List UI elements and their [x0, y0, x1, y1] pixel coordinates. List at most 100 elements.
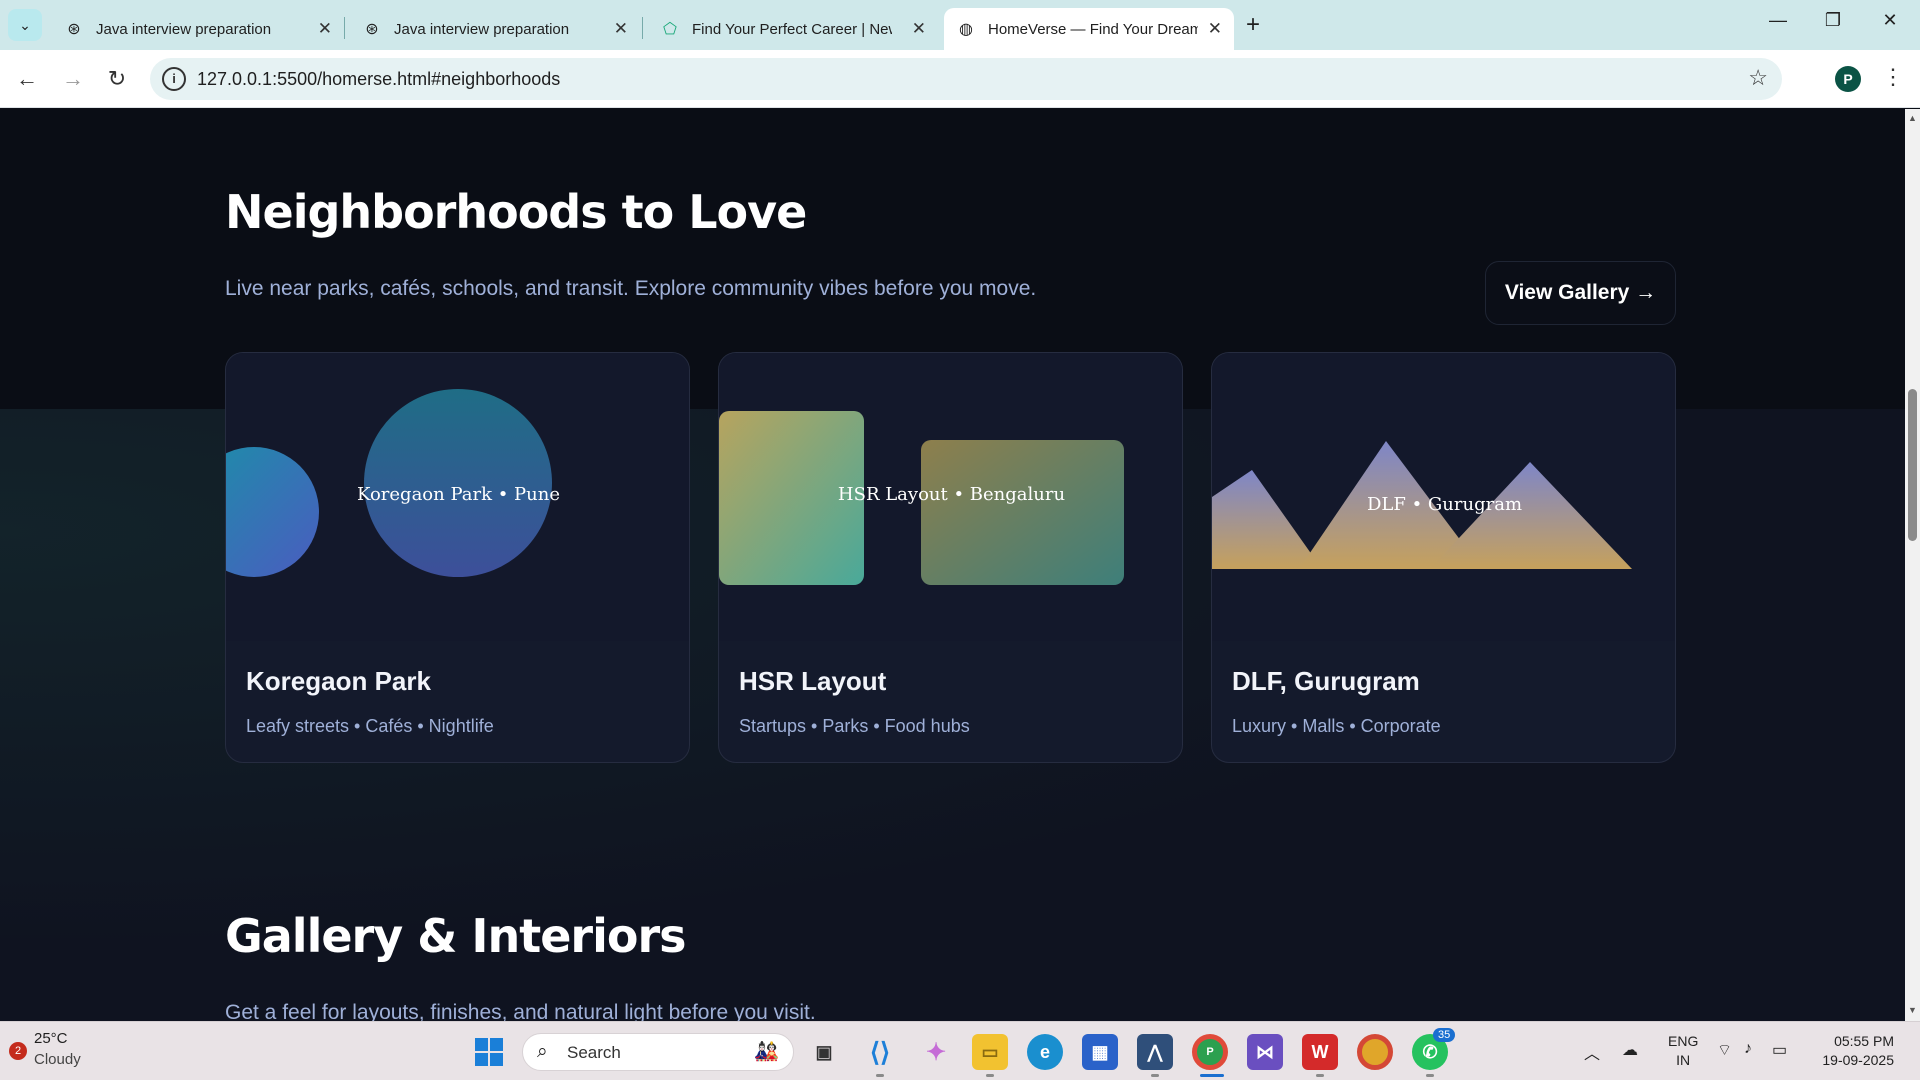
section-subtitle: Live near parks, cafés, schools, and tra…	[225, 277, 1037, 300]
card-illustration: Koregaon Park • Pune	[226, 353, 689, 641]
tab-label: Find Your Perfect Career | New D	[692, 20, 892, 38]
restore-icon[interactable]: ❐	[1813, 10, 1853, 31]
close-icon[interactable]: ✕	[1208, 19, 1222, 39]
window-close-icon[interactable]: ✕	[1870, 10, 1910, 31]
clock-date: 19-09-2025	[1822, 1052, 1894, 1068]
chrome-icon[interactable]: P	[1192, 1034, 1228, 1070]
url-text[interactable]: 127.0.0.1:5500/homerse.html#neighborhood…	[197, 69, 560, 90]
close-icon[interactable]: ✕	[912, 19, 926, 39]
section-title: Neighborhoods to Love	[225, 185, 807, 239]
region-code: IN	[1676, 1052, 1691, 1068]
search-placeholder: Search	[567, 1043, 621, 1062]
search-icon: ⌕	[537, 1041, 548, 1062]
tab-homeverse[interactable]: ◍ HomeVerse — Find Your Dream ✕	[944, 8, 1234, 50]
wifi-icon[interactable]: ⌔	[1717, 1040, 1732, 1060]
tab-divider	[642, 17, 643, 39]
chevron-down-icon: ⌄	[19, 16, 31, 33]
chrome-profile-icon[interactable]	[1357, 1034, 1393, 1070]
tab-find-career[interactable]: ⬠ Find Your Perfect Career | New D ✕	[648, 8, 938, 50]
globe-icon: ◍	[959, 21, 973, 38]
card-tags: Leafy streets • Cafés • Nightlife	[246, 716, 494, 736]
scroll-down-icon[interactable]: ▼	[1908, 1005, 1917, 1015]
view-gallery-button[interactable]: View Gallery →	[1485, 261, 1676, 325]
tab-label: Java interview preparation	[394, 20, 570, 38]
card-title: HSR Layout	[739, 666, 887, 696]
neighborhood-card-koregaon-park[interactable]: Koregaon Park • Pune Koregaon Park Leafy…	[225, 352, 690, 763]
back-arrow-icon: ←	[16, 66, 38, 91]
section-subtitle: Get a feel for layouts, finishes, and na…	[225, 1001, 816, 1021]
card-tags: Startups • Parks • Food hubs	[739, 716, 970, 736]
card-title: Koregaon Park	[246, 666, 431, 696]
onedrive-icon[interactable]: ☁	[1622, 1040, 1638, 1060]
vscode-icon[interactable]: ⟨⟩	[862, 1034, 898, 1070]
forward-arrow-icon: →	[62, 66, 84, 91]
tab-strip: ⌄ ⊛ Java interview preparation ✕ ⊛ Java …	[0, 0, 1920, 50]
tray-chevron-icon[interactable]: ︿	[1584, 1040, 1600, 1064]
language-code: ENG	[1668, 1033, 1699, 1049]
close-icon[interactable]: ✕	[614, 19, 628, 39]
edge-icon[interactable]: e	[1027, 1034, 1063, 1070]
minimize-icon[interactable]: —	[1758, 10, 1798, 31]
chrome-profile-badge: P	[1206, 1046, 1214, 1058]
clock-time: 05:55 PM	[1834, 1033, 1894, 1049]
address-bar[interactable]: i 127.0.0.1:5500/homerse.html#neighborho…	[150, 58, 1782, 100]
language-indicator[interactable]: ENG IN	[1668, 1032, 1698, 1070]
scroll-up-icon[interactable]: ▲	[1908, 113, 1917, 123]
active-indicator	[1200, 1074, 1224, 1077]
site-info-icon[interactable]: i	[162, 67, 186, 91]
forward-button[interactable]: →	[58, 64, 88, 94]
tab-label: HomeVerse — Find Your Dream	[988, 20, 1198, 38]
back-button[interactable]: ←	[12, 64, 42, 94]
career-site-icon: ⬠	[663, 21, 677, 38]
windows-taskbar: 2 25°C Cloudy ⌕ Search 🎎 ▣ ⟨⟩ ✦ ▭ e ▦ ⋀ …	[0, 1021, 1920, 1080]
running-indicator	[876, 1074, 884, 1077]
card-art-label: HSR Layout • Bengaluru	[837, 484, 1066, 505]
whatsapp-badge: 35	[1433, 1028, 1456, 1042]
page-viewport: Neighborhoods to Love Live near parks, c…	[0, 109, 1905, 1021]
running-indicator	[1151, 1074, 1159, 1077]
card-illustration: HSR Layout • Bengaluru	[719, 353, 1182, 641]
new-tab-button[interactable]: +	[1246, 11, 1260, 39]
wps-office-icon[interactable]: W	[1302, 1034, 1338, 1070]
task-view-icon[interactable]: ▣	[806, 1034, 842, 1070]
running-indicator	[1426, 1074, 1434, 1077]
microsoft-store-icon[interactable]: ▦	[1082, 1034, 1118, 1070]
volume-icon[interactable]: ♪	[1744, 1040, 1752, 1058]
card-title: DLF, Gurugram	[1232, 666, 1420, 696]
running-indicator	[1316, 1074, 1324, 1077]
running-indicator	[986, 1074, 994, 1077]
close-icon[interactable]: ✕	[318, 19, 332, 39]
openai-icon: ⊛	[67, 21, 81, 38]
file-explorer-icon[interactable]: ▭	[972, 1034, 1008, 1070]
profile-avatar[interactable]: P	[1835, 66, 1861, 92]
card-illustration: DLF • Gurugram	[1212, 353, 1675, 641]
openai-icon: ⊛	[365, 21, 379, 38]
bookmark-star-icon[interactable]: ☆	[1748, 65, 1768, 91]
battery-icon[interactable]: ▭	[1772, 1040, 1787, 1060]
card-tags: Luxury • Malls • Corporate	[1232, 716, 1441, 736]
card-art-label: Koregaon Park • Pune	[356, 484, 561, 505]
neighborhood-card-hsr-layout[interactable]: HSR Layout • Bengaluru HSR Layout Startu…	[718, 352, 1183, 763]
weather-badge: 2	[9, 1042, 27, 1060]
taskbar-search-box[interactable]: ⌕ Search 🎎	[522, 1033, 794, 1071]
search-highlight-icon: 🎎	[754, 1041, 779, 1063]
card-art-label: DLF • Gurugram	[1366, 494, 1523, 515]
reload-button[interactable]: ↻	[102, 64, 132, 94]
windows-start-icon[interactable]	[471, 1034, 507, 1070]
scrollbar-thumb[interactable]	[1908, 389, 1917, 541]
tab-divider	[344, 17, 345, 39]
visual-studio-icon[interactable]: ⋈	[1247, 1034, 1283, 1070]
tab-java-interview-2[interactable]: ⊛ Java interview preparation ✕	[350, 8, 640, 50]
tab-java-interview-1[interactable]: ⊛ Java interview preparation ✕	[52, 8, 344, 50]
page-scrollbar[interactable]: ▲ ▼	[1905, 109, 1920, 1021]
tab-label: Java interview preparation	[96, 20, 272, 38]
menu-kebab-icon[interactable]: ⋮	[1882, 64, 1904, 90]
mysql-workbench-icon[interactable]: ⋀	[1137, 1034, 1173, 1070]
reload-icon: ↻	[107, 66, 127, 91]
neighborhood-card-dlf-gurugram[interactable]: DLF • Gurugram DLF, Gurugram Luxury • Ma…	[1211, 352, 1676, 763]
tab-search-button[interactable]: ⌄	[8, 9, 42, 41]
browser-toolbar: ← → ↻ i 127.0.0.1:5500/homerse.html#neig…	[0, 50, 1920, 108]
copilot-icon[interactable]: ✦	[918, 1034, 954, 1070]
system-clock[interactable]: 05:55 PM 19-09-2025	[1814, 1032, 1894, 1070]
section-title: Gallery & Interiors	[225, 909, 687, 963]
